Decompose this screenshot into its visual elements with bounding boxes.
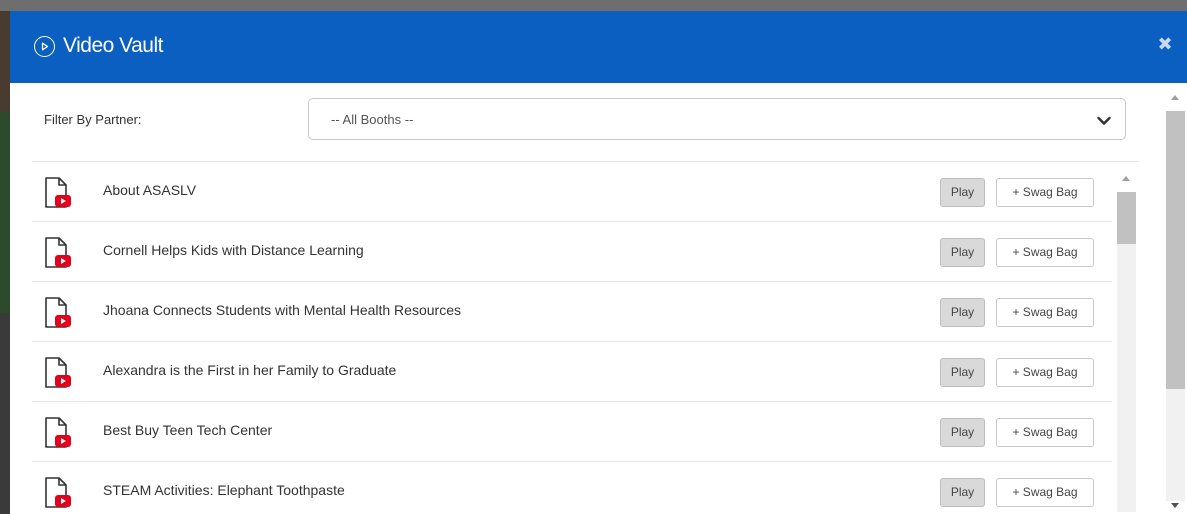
video-file-icon bbox=[43, 176, 73, 210]
video-vault-modal: Video Vault ✖ Filter By Partner: -- All … bbox=[10, 11, 1187, 514]
video-title: STEAM Activities: Elephant Toothpaste bbox=[103, 482, 345, 498]
play-button[interactable]: Play bbox=[940, 298, 985, 327]
play-button[interactable]: Play bbox=[940, 478, 985, 507]
play-button[interactable]: Play bbox=[940, 178, 985, 207]
video-title: Best Buy Teen Tech Center bbox=[103, 422, 273, 438]
play-button[interactable]: Play bbox=[940, 418, 985, 447]
scroll-up-icon[interactable] bbox=[1171, 95, 1179, 100]
video-title: Alexandra is the First in her Family to … bbox=[103, 362, 397, 378]
video-row: STEAM Activities: Elephant Toothpaste Pl… bbox=[32, 462, 1112, 514]
play-button[interactable]: Play bbox=[940, 238, 985, 267]
video-row: Best Buy Teen Tech Center Play + Swag Ba… bbox=[32, 402, 1112, 462]
filter-label: Filter By Partner: bbox=[44, 112, 142, 127]
play-button[interactable]: Play bbox=[940, 358, 985, 387]
video-row: Cornell Helps Kids with Distance Learnin… bbox=[32, 222, 1112, 282]
video-file-icon bbox=[43, 236, 73, 270]
background-page-edge bbox=[0, 11, 10, 514]
chevron-down-icon bbox=[1097, 113, 1111, 131]
partner-filter-value: -- All Booths -- bbox=[331, 112, 414, 127]
video-file-icon bbox=[43, 296, 73, 330]
modal-title: Video Vault bbox=[63, 34, 163, 57]
add-swag-bag-button[interactable]: + Swag Bag bbox=[996, 358, 1094, 387]
video-file-icon bbox=[43, 416, 73, 450]
video-title: Cornell Helps Kids with Distance Learnin… bbox=[103, 242, 364, 258]
add-swag-bag-button[interactable]: + Swag Bag bbox=[996, 418, 1094, 447]
video-file-icon bbox=[43, 476, 73, 510]
add-swag-bag-button[interactable]: + Swag Bag bbox=[996, 478, 1094, 507]
video-file-icon bbox=[43, 356, 73, 390]
video-list-scrollbar-thumb[interactable] bbox=[1117, 192, 1136, 244]
video-row: Jhoana Connects Students with Mental Hea… bbox=[32, 282, 1112, 342]
partner-filter-select[interactable]: -- All Booths -- bbox=[308, 98, 1126, 140]
video-title: Jhoana Connects Students with Mental Hea… bbox=[103, 302, 461, 318]
close-icon[interactable]: ✖ bbox=[1156, 35, 1174, 53]
video-title: About ASASLV bbox=[103, 182, 197, 198]
modal-scrollbar-thumb[interactable] bbox=[1166, 111, 1185, 389]
play-circle-icon bbox=[34, 36, 55, 57]
add-swag-bag-button[interactable]: + Swag Bag bbox=[996, 238, 1094, 267]
video-list: About ASASLV Play + Swag Bag Cornell Hel… bbox=[32, 161, 1138, 514]
video-row: Alexandra is the First in her Family to … bbox=[32, 342, 1112, 402]
modal-header: Video Vault ✖ bbox=[10, 11, 1187, 83]
modal-scrollbar[interactable] bbox=[1165, 83, 1187, 514]
background-top bbox=[0, 0, 1187, 11]
scroll-down-icon[interactable] bbox=[1171, 503, 1179, 508]
video-list-scrollbar[interactable] bbox=[1112, 162, 1138, 514]
add-swag-bag-button[interactable]: + Swag Bag bbox=[996, 298, 1094, 327]
video-row: About ASASLV Play + Swag Bag bbox=[32, 162, 1112, 222]
add-swag-bag-button[interactable]: + Swag Bag bbox=[996, 178, 1094, 207]
list-scroll-up-icon[interactable] bbox=[1122, 176, 1130, 181]
